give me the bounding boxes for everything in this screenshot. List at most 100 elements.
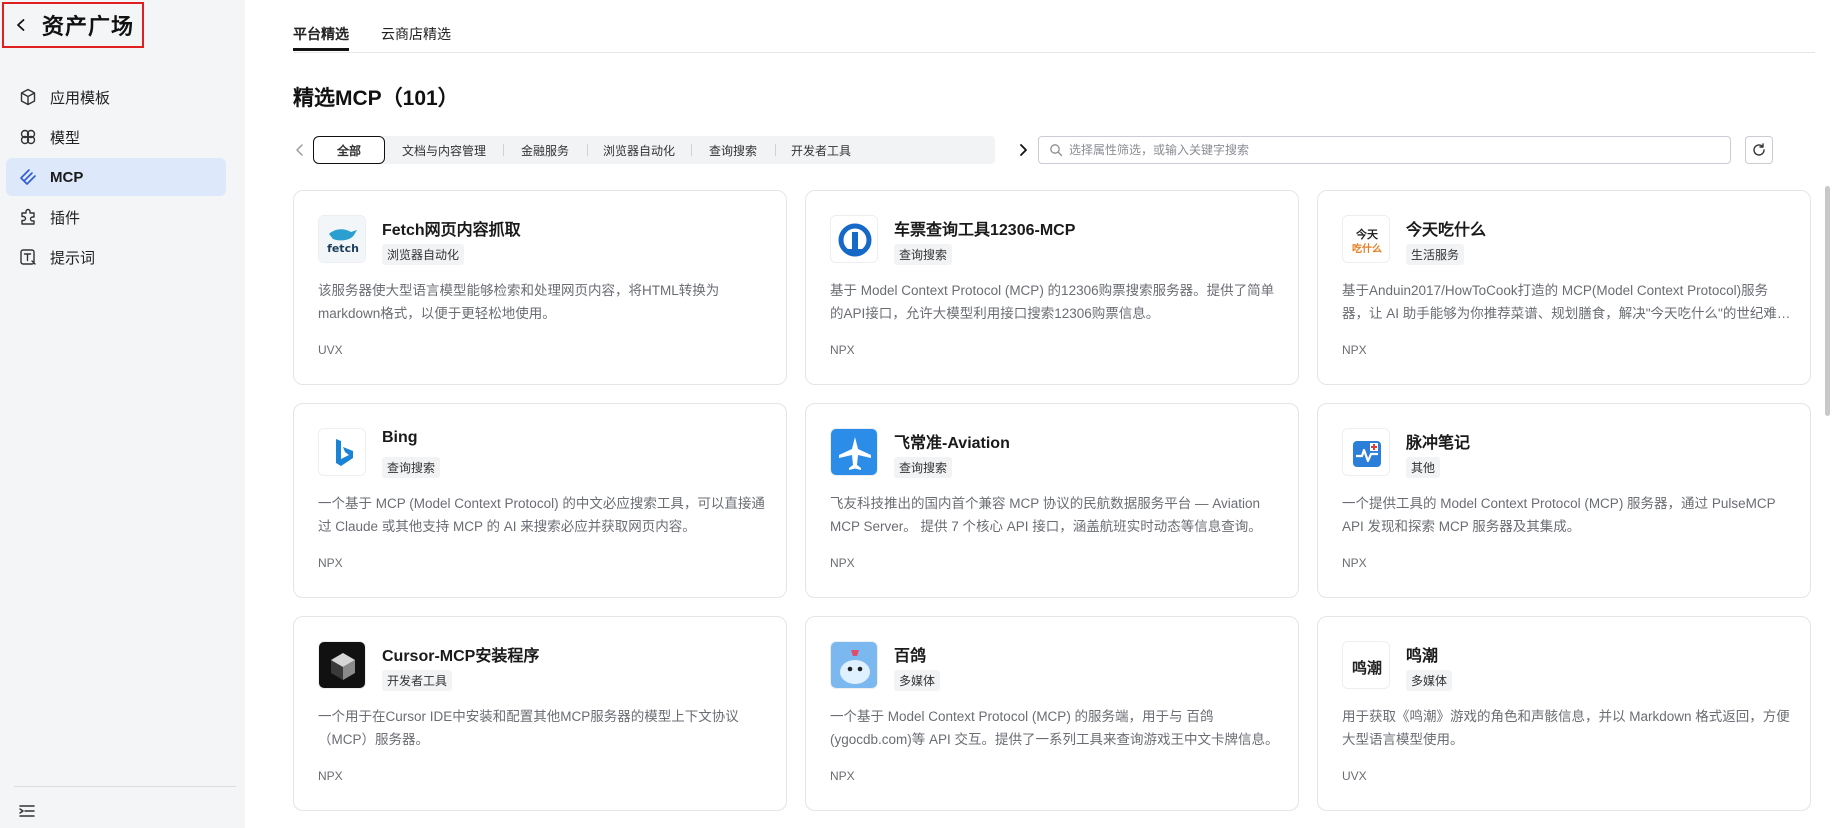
runtime-label: NPX (830, 343, 855, 357)
mcp-card-description: 基于 Model Context Protocol (MCP) 的12306购票… (830, 283, 1275, 321)
category-chips: 全部 文档与内容管理 金融服务 浏览器自动化 查询搜索 开发者工具 (313, 136, 995, 164)
chip-developer-tools[interactable]: 开发者工具 (775, 136, 867, 164)
pigeon-logo (830, 641, 878, 689)
runtime-label: NPX (318, 769, 343, 783)
mcp-card-title: 脉冲笔记 (1406, 435, 1471, 452)
svg-text:fetch: fetch (327, 242, 359, 255)
tab-platform-picks[interactable]: 平台精选 (293, 0, 349, 52)
sidebar-item-models[interactable]: 模型 (6, 118, 226, 156)
sidebar-item-label: 模型 (50, 129, 81, 147)
mcp-card-baige[interactable]: 百鸽 多媒体 一个基于 Model Context Protocol (MCP)… (805, 616, 1299, 811)
sidebar-nav: 应用模板 模型 MCP 插件 提示词 (6, 78, 226, 278)
mcp-card-title: Bing (382, 429, 418, 446)
model-icon (18, 127, 38, 147)
chip-search[interactable]: 查询搜索 (691, 136, 775, 164)
search-icon (1050, 144, 1063, 157)
chip-browser-automation[interactable]: 浏览器自动化 (587, 136, 691, 164)
sidebar-title: 资产广场 (42, 14, 135, 39)
mcp-card-description: 该服务器使大型语言模型能够检索和处理网页内容，将HTML转换为markdown格… (318, 283, 720, 321)
sidebar-item-mcp[interactable]: MCP (6, 158, 226, 196)
chevron-left-icon (17, 19, 25, 31)
collapse-sidebar-button[interactable] (18, 802, 36, 820)
mcp-card-description: 一个基于 Model Context Protocol (MCP) 的服务端，用… (830, 709, 1279, 747)
search-input[interactable] (1069, 143, 1689, 157)
chip-finance[interactable]: 金融服务 (503, 136, 587, 164)
sidebar-item-app-templates[interactable]: 应用模板 (6, 78, 226, 116)
sidebar-item-plugins[interactable]: 插件 (6, 198, 226, 236)
runtime-label: NPX (1342, 556, 1367, 570)
category-tag: 开发者工具 (382, 670, 453, 691)
refresh-icon (1753, 143, 1765, 156)
cursor-logo (318, 641, 366, 689)
mcp-card-cursor-installer[interactable]: Cursor-MCP安装程序 开发者工具 一个用于在Cursor IDE中安装和… (293, 616, 787, 811)
tabs-divider (293, 52, 1815, 53)
sidebar-item-label: 应用模板 (50, 89, 111, 107)
sidebar-divider (14, 786, 236, 787)
svg-text:鸣潮: 鸣潮 (1352, 659, 1382, 677)
railway-logo (830, 215, 878, 263)
filter-bar: 全部 文档与内容管理 金融服务 浏览器自动化 查询搜索 开发者工具 (293, 136, 1823, 164)
category-tag: 生活服务 (1406, 244, 1465, 265)
runtime-label: NPX (1342, 343, 1367, 357)
mcp-card-wuthering-waves[interactable]: 鸣潮 鸣潮 多媒体 用于获取《鸣潮》游戏的角色和声骸信息，并以 Markdown… (1317, 616, 1811, 811)
page-scrollbar[interactable] (1825, 186, 1830, 416)
bing-logo (318, 428, 366, 476)
sidebar-item-label: 提示词 (50, 249, 96, 267)
aviation-logo (830, 428, 878, 476)
prompt-icon (18, 247, 38, 267)
sidebar-item-prompts[interactable]: 提示词 (6, 238, 226, 276)
fetch-logo: fetch (318, 215, 366, 263)
chip-all[interactable]: 全部 (313, 136, 385, 164)
mcp-card-what-to-eat[interactable]: 今天 吃什么 今天吃什么 生活服务 基于Anduin2017/HowToCook打… (1317, 190, 1811, 385)
mcp-icon (18, 167, 38, 187)
chips-scroll-right-button[interactable] (1016, 140, 1030, 160)
category-tag: 浏览器自动化 (382, 244, 465, 265)
cube-icon (18, 87, 38, 107)
app-window: 资产广场 应用模板 模型 MCP 插件 提示词 平台精选 云商店精选 精选MCP… (0, 0, 1838, 828)
mcp-card-title: 车票查询工具12306-MCP (894, 222, 1076, 239)
runtime-label: NPX (830, 556, 855, 570)
mcp-card-title: 今天吃什么 (1406, 222, 1487, 239)
mcp-card-description: 用于获取《鸣潮》游戏的角色和声骸信息，并以 Markdown 格式返回，方便大型… (1342, 709, 1790, 747)
wuthering-logo: 鸣潮 (1342, 641, 1390, 689)
search-box (1038, 136, 1731, 164)
mcp-card-bing[interactable]: Bing 查询搜索 一个基于 MCP (Model Context Protoc… (293, 403, 787, 598)
sidebar-item-label: MCP (50, 168, 84, 186)
refresh-button[interactable] (1745, 136, 1773, 164)
mcp-card-pulse-notes[interactable]: 脉冲笔记 其他 一个提供工具的 Model Context Protocol (… (1317, 403, 1811, 598)
mcp-card-description: 一个用于在Cursor IDE中安装和配置其他MCP服务器的模型上下文协议（MC… (318, 709, 739, 747)
mcp-card-description: 一个提供工具的 Model Context Protocol (MCP) 服务器… (1342, 496, 1776, 534)
category-tag: 多媒体 (894, 670, 941, 691)
runtime-label: NPX (318, 556, 343, 570)
sidebar-item-label: 插件 (50, 209, 81, 227)
chip-docs-content[interactable]: 文档与内容管理 (385, 136, 503, 164)
svg-text:吃什么: 吃什么 (1352, 242, 1382, 255)
food-logo: 今天 吃什么 (1342, 215, 1390, 263)
chevron-left-icon (296, 144, 303, 156)
runtime-label: UVX (318, 343, 343, 357)
category-tag: 多媒体 (1406, 670, 1453, 691)
plugin-icon (18, 207, 38, 227)
chips-scroll-left-button[interactable] (293, 140, 307, 160)
main-content: 平台精选 云商店精选 精选MCP（101） 全部 文档与内容管理 金融服务 浏览… (245, 0, 1838, 828)
page-title: 精选MCP（101） (293, 87, 459, 110)
mcp-card-description: 基于Anduin2017/HowToCook打造的 MCP(Model Cont… (1342, 283, 1777, 321)
sidebar: 资产广场 应用模板 模型 MCP 插件 提示词 (0, 0, 245, 828)
back-button[interactable]: 资产广场 (2, 2, 144, 48)
mcp-card-description: 一个基于 MCP (Model Context Protocol) 的中文必应搜… (318, 496, 765, 534)
runtime-label: NPX (830, 769, 855, 783)
category-tag: 其他 (1406, 457, 1441, 478)
mcp-card-fetch[interactable]: fetch Fetch网页内容抓取 浏览器自动化 该服务器使大型语言模型能够检索… (293, 190, 787, 385)
tab-bar: 平台精选 云商店精选 (293, 0, 483, 52)
mcp-card-aviation[interactable]: 飞常准-Aviation 查询搜索 飞友科技推出的国内首个兼容 MCP 协议的民… (805, 403, 1299, 598)
collapse-menu-icon (19, 805, 35, 817)
runtime-label: UVX (1342, 769, 1367, 783)
pulse-logo (1342, 428, 1390, 476)
tab-cloud-store-picks[interactable]: 云商店精选 (381, 0, 451, 52)
mcp-card-12306[interactable]: 车票查询工具12306-MCP 查询搜索 基于 Model Context Pr… (805, 190, 1299, 385)
category-tag: 查询搜索 (382, 457, 441, 478)
mcp-card-title: Fetch网页内容抓取 (382, 222, 521, 239)
mcp-card-title: 飞常准-Aviation (894, 435, 1010, 452)
mcp-card-title: 百鸽 (894, 648, 927, 665)
mcp-card-description: 飞友科技推出的国内首个兼容 MCP 协议的民航数据服务平台 — Aviation… (830, 496, 1262, 534)
